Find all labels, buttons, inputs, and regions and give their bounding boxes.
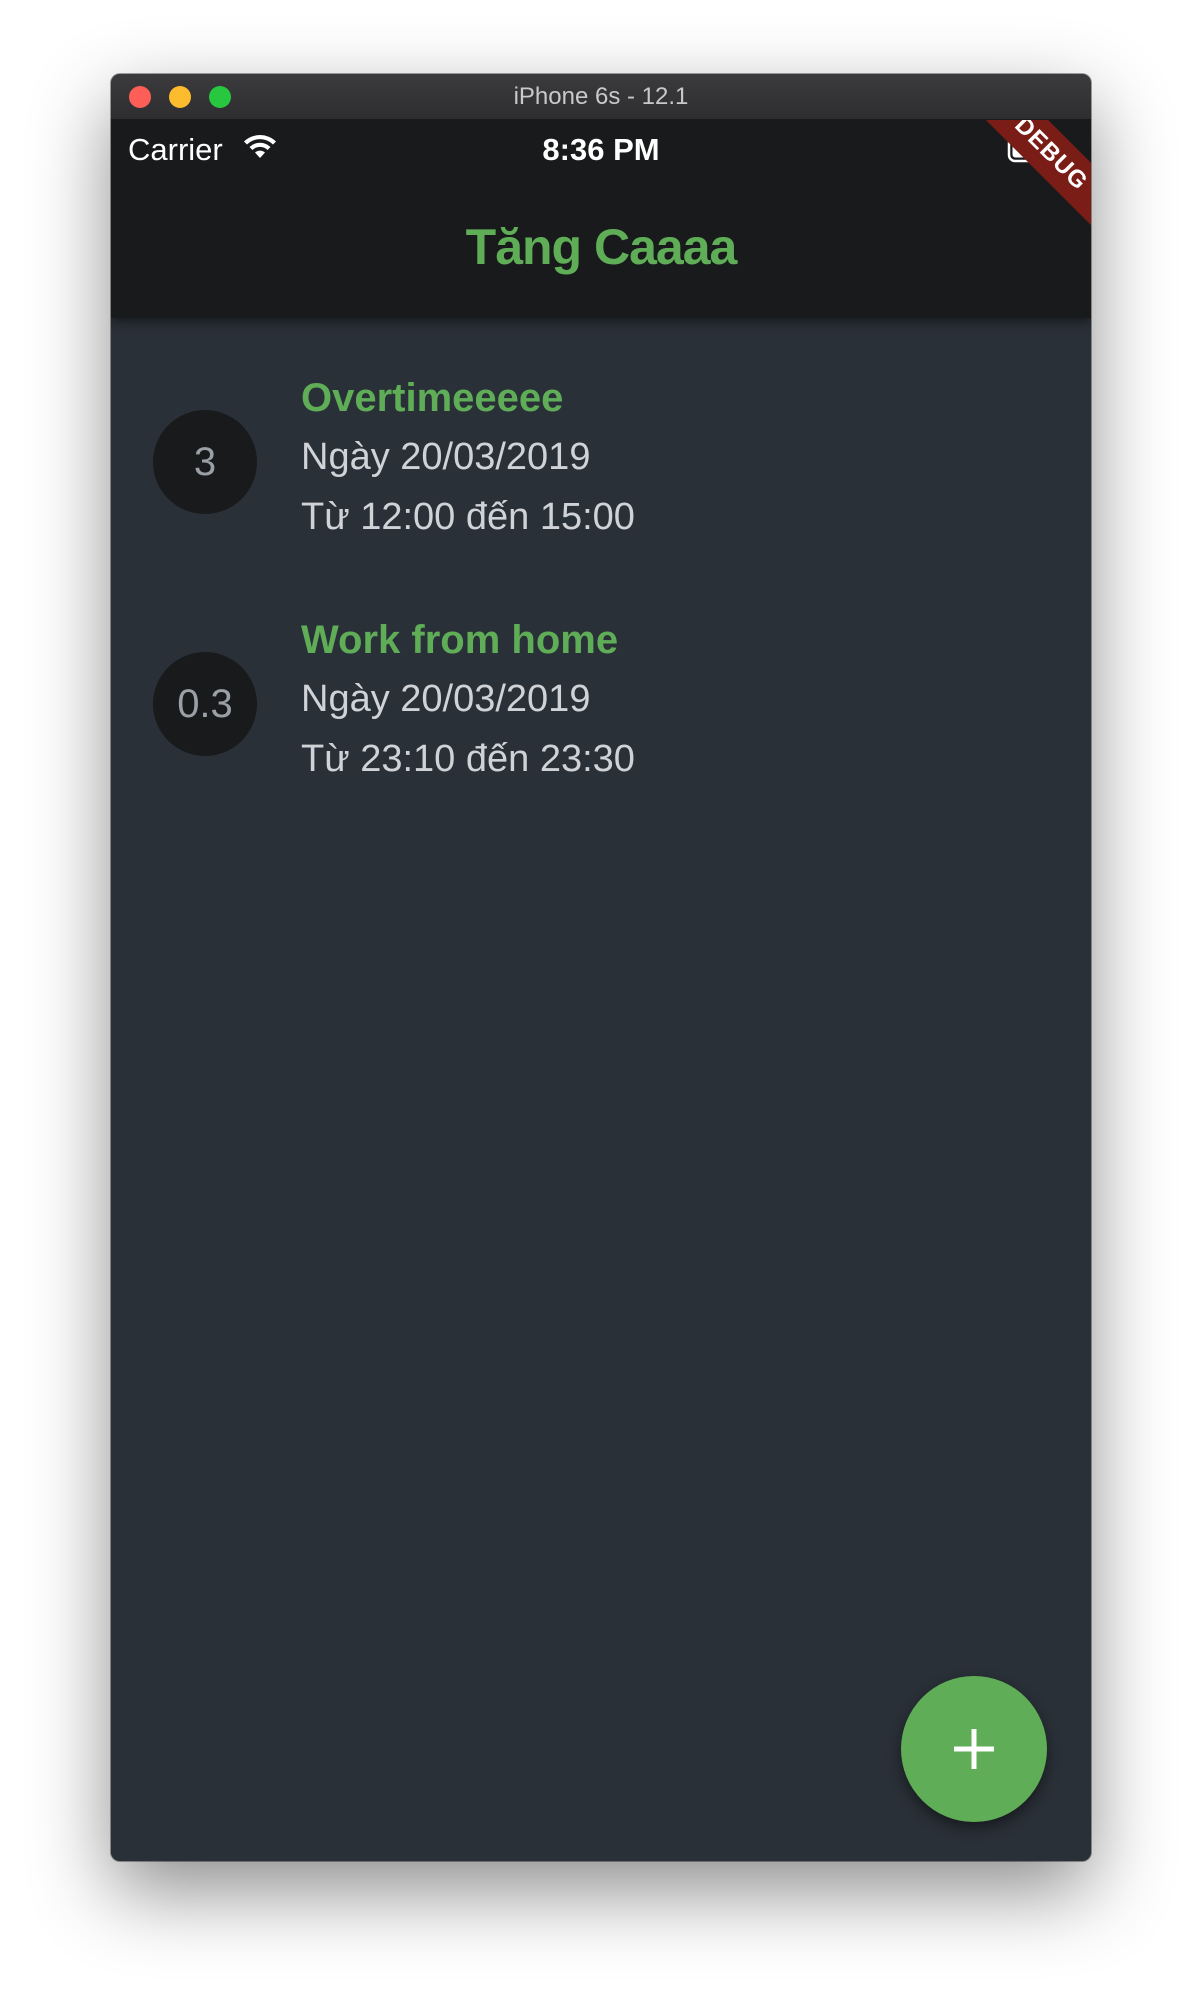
simulator-window: iPhone 6s - 12.1 Carrier 8:36 PM Tăng Ca [111,74,1091,1861]
list-item[interactable]: 0.3 Work from home Ngày 20/03/2019 Từ 23… [111,560,1091,780]
item-date: Ngày 20/03/2019 [301,436,591,478]
item-time-range: Từ 12:00 đến 15:00 [301,496,635,538]
device-screen: Carrier 8:36 PM Tăng Caaaa DEBUG 3 Overt… [111,120,1091,1861]
page-title: Tăng Caaaa [465,219,738,275]
hours-badge: 0.3 [153,652,257,756]
item-time-range: Từ 23:10 đến 23:30 [301,738,635,780]
status-time: 8:36 PM [542,132,660,167]
item-date: Ngày 20/03/2019 [301,678,591,720]
item-title: Overtimeeeee [301,376,564,420]
app-bar: Carrier 8:36 PM Tăng Caaaa [111,120,1091,318]
add-button[interactable] [901,1676,1047,1822]
window-title: iPhone 6s - 12.1 [513,83,689,110]
plus-icon [954,1729,994,1769]
window-titlebar[interactable]: iPhone 6s - 12.1 [111,74,1091,120]
item-title: Work from home [301,618,619,662]
hours-badge: 3 [153,410,257,514]
list-item[interactable]: 3 Overtimeeeee Ngày 20/03/2019 Từ 12:00 … [111,318,1091,538]
